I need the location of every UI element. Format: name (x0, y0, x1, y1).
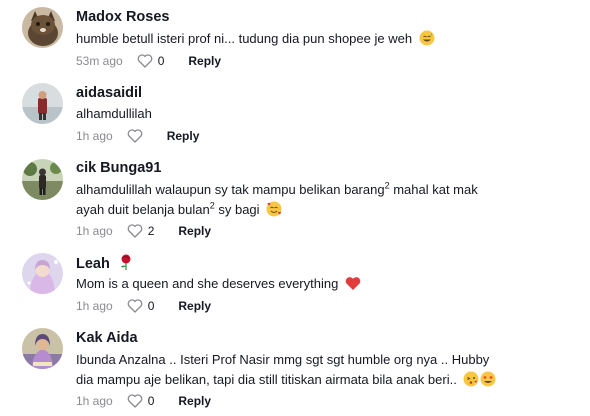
comment-time: 1h ago (76, 394, 113, 408)
reply-button[interactable]: Reply (188, 54, 221, 68)
comment-meta: 1h ago 2 Reply (76, 224, 211, 238)
comment-text-content: humble betull isteri prof ni... tudung d… (76, 31, 413, 46)
like-count: 2 (147, 224, 155, 238)
comment-text-content: alhamdullilah (76, 106, 152, 121)
like-count: 0 (147, 394, 155, 408)
sweat-smile-emoji-icon (419, 30, 435, 52)
comment-time: 53m ago (76, 54, 123, 68)
reply-button[interactable]: Reply (178, 224, 211, 238)
comment-meta: 53m ago 0 Reply (76, 54, 221, 68)
girl-avatar-icon (22, 253, 63, 294)
like-button[interactable]: 0 (137, 54, 165, 68)
user-avatar[interactable] (22, 253, 63, 294)
cat-avatar-icon (22, 7, 63, 48)
user-avatar[interactable] (22, 328, 63, 369)
user-avatar[interactable] (22, 7, 63, 48)
like-button[interactable]: 2 (127, 224, 155, 238)
comment-text: alhamdulillah walaupun sy tak mampu beli… (76, 180, 506, 223)
person-avatar-icon (22, 83, 63, 124)
comment-text: Mom is a queen and she deserves everythi… (76, 274, 506, 297)
heart-outline-icon (127, 394, 143, 408)
reply-button[interactable]: Reply (178, 394, 211, 408)
comment-text: humble betull isteri prof ni... tudung d… (76, 29, 506, 52)
like-button[interactable] (127, 129, 143, 143)
rose-emoji-icon (119, 254, 133, 274)
username[interactable]: Kak Aida (76, 330, 138, 346)
red-heart-emoji-icon (345, 276, 361, 297)
username[interactable]: aidasaidil (76, 85, 142, 101)
comment-meta: 1h ago Reply (76, 129, 199, 143)
comment-text: alhamdullilah (76, 104, 506, 124)
username: Leah (76, 254, 133, 274)
comment-text-content: Mom is a queen and she deserves everythi… (76, 276, 339, 291)
comment-time: 1h ago (76, 129, 113, 143)
reply-button[interactable]: Reply (167, 129, 200, 143)
kissing-face-emoji-icon (463, 371, 479, 393)
comment-text-content: Ibunda Anzalna .. Isteri Prof Nasir mmg … (76, 352, 490, 387)
comment-time: 1h ago (76, 299, 113, 313)
heart-outline-icon (127, 129, 143, 143)
heart-eyes-emoji-icon (480, 371, 496, 393)
like-count: 0 (147, 299, 155, 313)
comment-meta: 1h ago 0 Reply (76, 394, 211, 408)
user-avatar[interactable] (22, 159, 63, 200)
heart-outline-icon (127, 224, 143, 238)
username[interactable]: cik Bunga91 (76, 160, 161, 176)
smiling-face-with-hearts-emoji-icon (266, 201, 282, 223)
heart-outline-icon (127, 299, 143, 313)
comment-time: 1h ago (76, 224, 113, 238)
like-button[interactable]: 0 (127, 299, 155, 313)
username-link[interactable]: Leah (76, 256, 110, 272)
username[interactable]: Madox Roses (76, 9, 169, 25)
woman-avatar-icon (22, 328, 63, 369)
like-button[interactable]: 0 (127, 394, 155, 408)
comment-text-part: alhamdulillah walaupun sy tak mampu beli… (76, 182, 385, 197)
outdoor-avatar-icon (22, 159, 63, 200)
user-avatar[interactable] (22, 83, 63, 124)
reply-button[interactable]: Reply (178, 299, 211, 313)
comment-text: Ibunda Anzalna .. Isteri Prof Nasir mmg … (76, 350, 506, 393)
like-count: 0 (157, 54, 165, 68)
comment-text-part: sy bagi (214, 202, 260, 217)
heart-outline-icon (137, 54, 153, 68)
comment-meta: 1h ago 0 Reply (76, 299, 211, 313)
